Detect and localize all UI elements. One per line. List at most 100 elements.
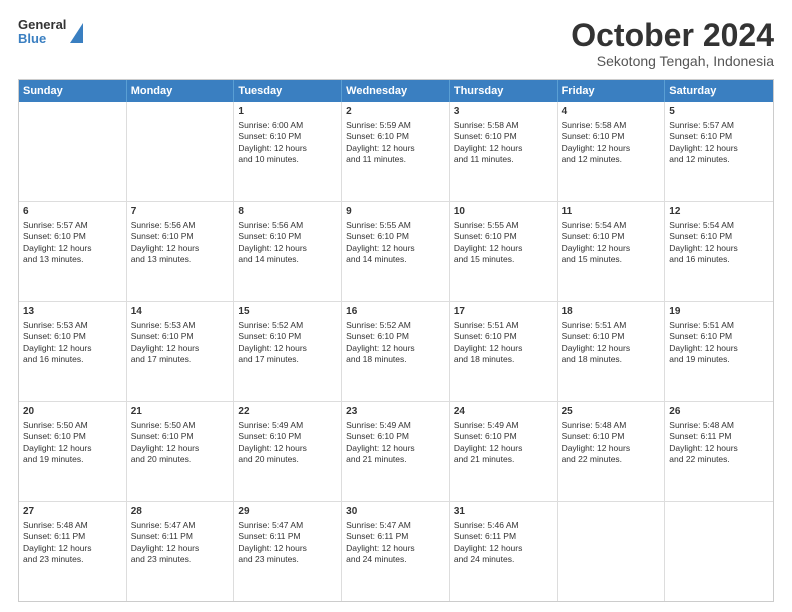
calendar-cell [665,502,773,601]
logo: General Blue [18,18,83,47]
day-number: 2 [346,105,445,119]
day-number: 11 [562,205,661,219]
day-number: 14 [131,305,230,319]
day-info: Sunset: 6:10 PM [562,331,661,342]
day-info: Daylight: 12 hours [562,243,661,254]
calendar-cell: 28Sunrise: 5:47 AMSunset: 6:11 PMDayligh… [127,502,235,601]
day-info: Sunrise: 6:00 AM [238,120,337,131]
day-info: Sunrise: 5:48 AM [23,520,122,531]
day-info: Sunrise: 5:51 AM [454,320,553,331]
day-info: Daylight: 12 hours [238,443,337,454]
day-info: Daylight: 12 hours [23,443,122,454]
day-info: Daylight: 12 hours [454,443,553,454]
calendar-cell: 1Sunrise: 6:00 AMSunset: 6:10 PMDaylight… [234,102,342,201]
calendar-cell: 4Sunrise: 5:58 AMSunset: 6:10 PMDaylight… [558,102,666,201]
day-info: Sunrise: 5:51 AM [562,320,661,331]
day-info: Daylight: 12 hours [23,343,122,354]
day-info: Daylight: 12 hours [131,543,230,554]
day-info: and 14 minutes. [238,254,337,265]
day-info: Sunset: 6:10 PM [23,431,122,442]
day-info: Sunset: 6:10 PM [454,331,553,342]
calendar-cell: 14Sunrise: 5:53 AMSunset: 6:10 PMDayligh… [127,302,235,401]
day-info: and 16 minutes. [23,354,122,365]
day-info: Sunset: 6:10 PM [454,131,553,142]
day-info: Sunrise: 5:47 AM [131,520,230,531]
calendar-week-row: 1Sunrise: 6:00 AMSunset: 6:10 PMDaylight… [19,102,773,202]
calendar-cell: 23Sunrise: 5:49 AMSunset: 6:10 PMDayligh… [342,402,450,501]
logo-text: General Blue [18,18,66,47]
day-info: Daylight: 12 hours [669,443,769,454]
day-info: Sunset: 6:10 PM [346,331,445,342]
day-info: Daylight: 12 hours [346,443,445,454]
calendar-cell: 30Sunrise: 5:47 AMSunset: 6:11 PMDayligh… [342,502,450,601]
day-info: Sunset: 6:10 PM [669,231,769,242]
day-info: Sunrise: 5:55 AM [454,220,553,231]
weekday-header: Friday [558,80,666,102]
day-info: Daylight: 12 hours [346,243,445,254]
day-info: Sunset: 6:10 PM [454,231,553,242]
day-info: Sunrise: 5:49 AM [346,420,445,431]
day-info: Sunrise: 5:55 AM [346,220,445,231]
day-info: Daylight: 12 hours [454,343,553,354]
day-info: and 17 minutes. [238,354,337,365]
calendar-week-row: 27Sunrise: 5:48 AM Sunset: 6:11 PM Dayligh… [19,502,773,601]
day-info: Sunset: 6:10 PM [346,131,445,142]
day-info: Sunset: 6:10 PM [23,231,122,242]
day-info: Sunrise: 5:59 AM [346,120,445,131]
calendar-cell: 15Sunrise: 5:52 AMSunset: 6:10 PMDayligh… [234,302,342,401]
calendar-cell: 29Sunrise: 5:47 AMSunset: 6:11 PMDayligh… [234,502,342,601]
day-number: 21 [131,405,230,419]
calendar: SundayMondayTuesdayWednesdayThursdayFrid… [18,79,774,602]
day-info: Daylight: 12 hours [238,143,337,154]
day-info: and 24 minutes. [454,554,553,565]
day-info: Sunrise: 5:52 AM [238,320,337,331]
day-number: 31 [454,505,553,519]
day-info: and 21 minutes. [346,454,445,465]
day-info: Sunset: 6:11 PM [346,531,445,542]
calendar-cell: 18Sunrise: 5:51 AMSunset: 6:10 PMDayligh… [558,302,666,401]
day-info: Daylight: 12 hours [669,243,769,254]
day-info: and 13 minutes. [131,254,230,265]
day-number: 7 [131,205,230,219]
day-number: 15 [238,305,337,319]
day-number: 27 [23,505,122,519]
day-info: and 18 minutes. [346,354,445,365]
day-info: Sunrise: 5:48 AM [562,420,661,431]
calendar-cell: 31Sunrise: 5:46 AMSunset: 6:11 PMDayligh… [450,502,558,601]
day-info: Sunrise: 5:47 AM [238,520,337,531]
day-info: Sunset: 6:10 PM [131,231,230,242]
day-info: Daylight: 12 hours [131,343,230,354]
day-info: Sunset: 6:11 PM [669,431,769,442]
day-info: Sunrise: 5:54 AM [669,220,769,231]
calendar-cell [19,102,127,201]
calendar-cell: 22Sunrise: 5:49 AMSunset: 6:10 PMDayligh… [234,402,342,501]
weekday-header: Wednesday [342,80,450,102]
calendar-cell: 19Sunrise: 5:51 AMSunset: 6:10 PMDayligh… [665,302,773,401]
day-info: Sunset: 6:10 PM [562,231,661,242]
calendar-cell: 24Sunrise: 5:49 AMSunset: 6:10 PMDayligh… [450,402,558,501]
day-number: 22 [238,405,337,419]
day-info: Sunrise: 5:50 AM [131,420,230,431]
day-info: and 18 minutes. [454,354,553,365]
day-info: Sunrise: 5:57 AM [23,220,122,231]
day-info: Daylight: 12 hours [346,343,445,354]
day-info: Sunset: 6:10 PM [238,131,337,142]
day-info: and 22 minutes. [669,454,769,465]
day-info: Sunset: 6:10 PM [562,131,661,142]
day-info: Sunset: 6:10 PM [238,331,337,342]
day-number: 1 [238,105,337,119]
day-number: 12 [669,205,769,219]
calendar-cell: 13Sunrise: 5:53 AMSunset: 6:10 PMDayligh… [19,302,127,401]
day-info: and 23 minutes. [23,554,122,565]
day-info: Sunset: 6:11 PM [238,531,337,542]
day-info: Daylight: 12 hours [23,243,122,254]
calendar-cell: 2Sunrise: 5:59 AMSunset: 6:10 PMDaylight… [342,102,450,201]
calendar-cell: 10Sunrise: 5:55 AMSunset: 6:10 PMDayligh… [450,202,558,301]
day-info: and 23 minutes. [131,554,230,565]
day-info: Sunrise: 5:47 AM [346,520,445,531]
day-info: and 17 minutes. [131,354,230,365]
day-info: and 19 minutes. [669,354,769,365]
calendar-cell: 26Sunrise: 5:48 AMSunset: 6:11 PMDayligh… [665,402,773,501]
day-number: 13 [23,305,122,319]
weekday-header: Tuesday [234,80,342,102]
